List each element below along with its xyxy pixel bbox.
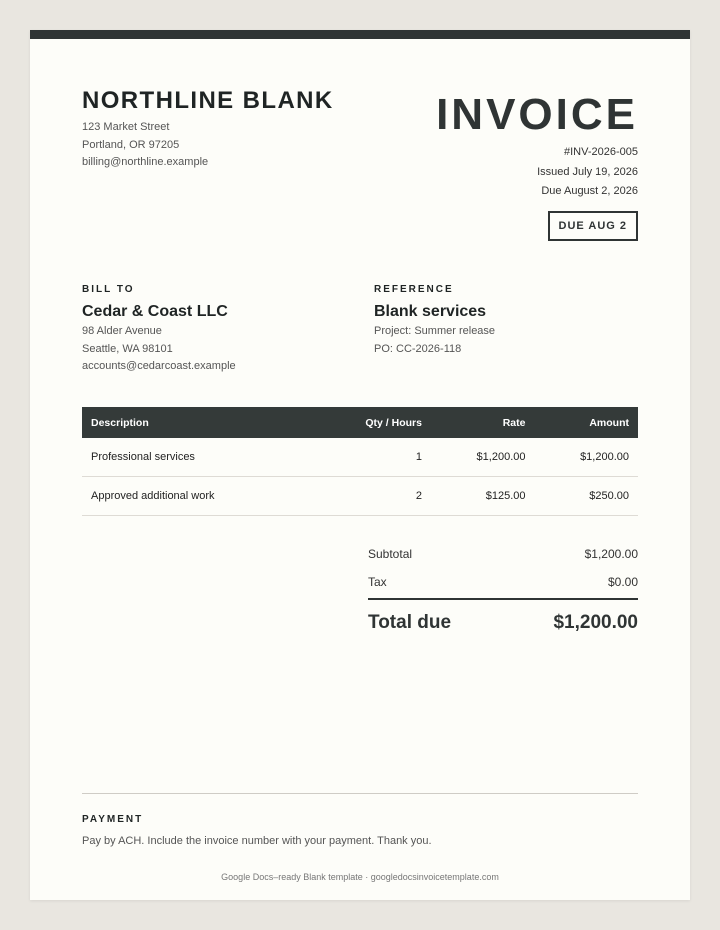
client-address-line1: 98 Alder Avenue — [82, 325, 162, 337]
total-due-row: Total due $1,200.00 — [368, 598, 638, 640]
footer-divider — [82, 793, 638, 794]
row-description: Approved additional work — [82, 476, 328, 516]
reference-project: Project: Summer release — [374, 325, 496, 337]
row-amount: $250.00 — [534, 476, 638, 516]
due-badge: DUE AUG 2 — [547, 210, 638, 241]
company-email: billing@northline.example — [82, 156, 209, 168]
payment-instructions: Pay by ACH. Include the invoice number w… — [82, 835, 432, 847]
payment-block: PAYMENT Pay by ACH. Include the invoice … — [82, 814, 638, 847]
subtotal-row: Subtotal $1,200.00 — [368, 540, 638, 568]
table-header-row: Description Qty / Hours Rate Amount — [82, 407, 638, 438]
total-due-label: Total due — [368, 612, 452, 633]
row-rate: $125.00 — [430, 476, 535, 516]
client-email: accounts@cedarcoast.example — [82, 360, 236, 372]
bill-to-label: BILL TO — [82, 284, 135, 295]
payment-label: PAYMENT — [82, 814, 144, 825]
reference-po: PO: CC-2026-118 — [374, 342, 462, 355]
invoice-title: INVOICE — [436, 90, 638, 139]
company-name: NORTHLINE BLANK — [82, 87, 334, 114]
table-row: Approved additional work 2 $125.00 $250.… — [82, 476, 638, 516]
tax-value: $0.00 — [607, 575, 638, 589]
subtotal-value: $1,200.00 — [584, 547, 638, 561]
reference-block: REFERENCE Blank services Project: Summer… — [374, 284, 495, 358]
invoice-issued-date: Issued July 19, 2026 — [537, 165, 638, 178]
invoice-due-date: Due August 2, 2026 — [541, 185, 638, 197]
line-items-table: Description Qty / Hours Rate Amount Prof… — [82, 407, 638, 516]
client-address-line2: Seattle, WA 98101 — [82, 342, 173, 355]
company-address-line2: Portland, OR 97205 — [82, 138, 180, 151]
company-address-line1: 123 Market Street — [82, 121, 170, 133]
top-accent-bar — [30, 30, 690, 39]
header-rate: Rate — [430, 407, 535, 438]
invoice-sheet: NORTHLINE BLANK 123 Market Street Portla… — [30, 30, 690, 900]
row-amount: $1,200.00 — [534, 438, 638, 477]
template-credit: Google Docs–ready Blank template · googl… — [221, 872, 499, 882]
tax-label: Tax — [368, 575, 387, 589]
bill-to-block: BILL TO Cedar & Coast LLC 98 Alder Avenu… — [82, 284, 236, 376]
row-description: Professional services — [82, 438, 328, 477]
invoice-header: INVOICE #INV-2026-005 Issued July 19, 20… — [436, 90, 638, 241]
table-row: Professional services 1 $1,200.00 $1,200… — [82, 438, 638, 477]
row-rate: $1,200.00 — [430, 438, 535, 477]
client-name: Cedar & Coast LLC — [82, 303, 228, 320]
totals-block: Subtotal $1,200.00 Tax $0.00 Total due $… — [368, 540, 638, 640]
invoice-number: #INV-2026-005 — [564, 146, 638, 158]
row-qty: 2 — [327, 476, 431, 516]
header-amount: Amount — [534, 407, 638, 438]
subtotal-label: Subtotal — [368, 547, 413, 561]
total-due-value: $1,200.00 — [553, 612, 638, 633]
tax-row: Tax $0.00 — [368, 568, 638, 596]
header-qty: Qty / Hours — [327, 407, 431, 438]
header-description: Description — [82, 407, 328, 438]
reference-label: REFERENCE — [374, 284, 454, 295]
row-qty: 1 — [327, 438, 431, 477]
reference-title: Blank services — [374, 303, 487, 320]
company-block: NORTHLINE BLANK 123 Market Street Portla… — [82, 88, 334, 172]
